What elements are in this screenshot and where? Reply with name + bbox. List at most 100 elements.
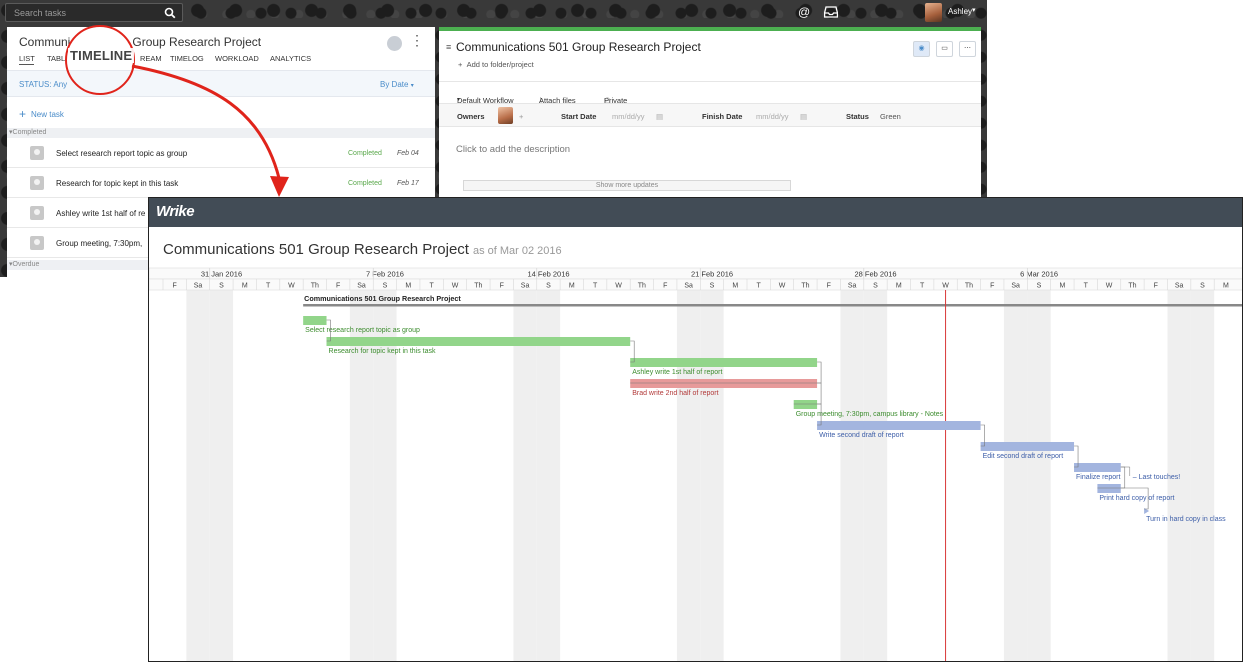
- tab-table[interactable]: TABL: [47, 54, 65, 63]
- folder-color-icon[interactable]: [387, 36, 402, 51]
- project-summary-bar: [303, 304, 1242, 307]
- finish-date-input[interactable]: mm/dd/yy: [756, 112, 789, 121]
- detail-toolbar: Default Workflow ▾ ⌇ Attach files ⚇ Priv…: [439, 81, 981, 105]
- task-bar: [1074, 463, 1121, 472]
- task-bar-label: Edit second draft of report: [983, 453, 1064, 460]
- task-status: Completed: [348, 150, 382, 157]
- task-bar-label: Print hard copy of report: [1099, 495, 1174, 502]
- calendar-icon[interactable]: ▤: [800, 112, 807, 121]
- day-label: M: [242, 283, 248, 290]
- rss-icon[interactable]: ◉: [913, 41, 930, 57]
- weekend-column: [840, 279, 864, 661]
- timeline-project-title: Communications 501 Group Research Projec…: [163, 241, 469, 258]
- gantt-chart: 31 Jan 2016 7 Feb 2016 14 Feb 2016 21 Feb 2…: [149, 267, 1242, 661]
- weekend-column: [863, 279, 888, 661]
- plus-icon: +: [19, 107, 27, 121]
- day-label: S: [546, 283, 551, 290]
- more-icon[interactable]: ⋯: [959, 41, 976, 57]
- search-input[interactable]: Search tasks: [5, 3, 183, 22]
- weekend-column: [513, 279, 537, 661]
- weekend-column: [186, 279, 210, 661]
- weekend-column: [676, 279, 701, 661]
- inbox-icon[interactable]: [823, 6, 839, 21]
- task-bar-label: Group meeting, 7:30pm, campus library - …: [796, 411, 944, 418]
- section-completed[interactable]: ▾Completed: [7, 128, 435, 138]
- status-value[interactable]: Green: [880, 112, 901, 121]
- task-bar-label: Brad write 2nd half of report: [632, 390, 718, 397]
- task-row[interactable]: Select research report topic as group Co…: [7, 138, 435, 168]
- section-label: Completed: [12, 129, 47, 136]
- task-date: Feb 04: [397, 150, 419, 157]
- day-label: M: [1223, 283, 1229, 290]
- task-bar-label: Select research report topic as group: [305, 327, 420, 334]
- owner-avatar[interactable]: [498, 107, 513, 124]
- day-label: T: [593, 283, 598, 290]
- status-filter[interactable]: STATUS: Any: [19, 80, 67, 89]
- day-label: M: [569, 283, 575, 290]
- user-avatar[interactable]: [925, 3, 942, 22]
- new-task-label: New task: [31, 110, 64, 119]
- task-bar-label: Research for topic kept in this task: [329, 348, 436, 355]
- assignee-avatar-icon: [30, 206, 44, 220]
- day-label: S: [710, 283, 715, 290]
- user-name[interactable]: Ashley: [948, 7, 972, 16]
- weekend-column: [700, 279, 724, 661]
- day-label: Sa: [357, 283, 366, 290]
- chevron-down-icon: ▾: [410, 83, 414, 89]
- day-label: F: [990, 283, 994, 290]
- screenshot-stage: Search tasks @ Ashley ▾ Communi Group Res…: [0, 0, 1243, 662]
- day-label: M: [405, 283, 411, 290]
- drag-handle-icon[interactable]: ≡: [446, 42, 451, 52]
- task-bar: [630, 379, 818, 388]
- day-label: F: [173, 283, 177, 290]
- add-to-folder-link[interactable]: + Add to folder/project: [458, 60, 534, 69]
- day-label: W: [452, 283, 459, 290]
- detail-title[interactable]: Communications 501 Group Research Projec…: [456, 40, 701, 54]
- day-label: M: [896, 283, 902, 290]
- tab-analytics[interactable]: ANALYTICS: [270, 54, 311, 63]
- day-label: T: [266, 283, 271, 290]
- week-label: 31 Jan 2016: [201, 270, 242, 279]
- day-label: S: [383, 283, 388, 290]
- tab-timelog[interactable]: TIMELOG: [170, 54, 204, 63]
- description-field[interactable]: Click to add the description: [456, 144, 570, 155]
- day-label: F: [1154, 283, 1158, 290]
- link-icon[interactable]: ▭: [936, 41, 953, 57]
- weekend-column: [536, 279, 561, 661]
- calendar-icon[interactable]: ▤: [656, 112, 663, 121]
- task-note: – Last touches!: [1133, 474, 1181, 481]
- add-owner-icon[interactable]: +: [519, 112, 523, 121]
- week-label: 28 Feb 2016: [854, 270, 896, 279]
- day-label: Th: [474, 283, 482, 290]
- weekend-column: [209, 279, 234, 661]
- new-task-button[interactable]: + New task: [19, 107, 64, 121]
- task-bar: [817, 421, 981, 430]
- panel-title-part2: Group Research Project: [132, 35, 262, 49]
- assignee-avatar-icon: [30, 146, 44, 160]
- top-bar: Search tasks @ Ashley ▾: [0, 0, 987, 26]
- task-bar: [980, 442, 1075, 451]
- tab-list[interactable]: LIST: [19, 54, 35, 63]
- mention-icon[interactable]: @: [798, 5, 810, 19]
- start-date-input[interactable]: mm/dd/yy: [612, 112, 645, 121]
- task-bar-label: Write second draft of report: [819, 432, 904, 439]
- show-more-updates-button[interactable]: Show more updates: [463, 180, 791, 191]
- sort-dropdown[interactable]: By Date ▾: [380, 80, 414, 89]
- day-label: F: [827, 283, 831, 290]
- task-name: Group meeting, 7:30pm,: [56, 239, 143, 248]
- tab-stream[interactable]: REAM: [140, 54, 162, 63]
- day-label: Th: [965, 283, 973, 290]
- week-label: 21 Feb 2016: [691, 270, 733, 279]
- active-tab-indicator: [19, 64, 34, 65]
- search-icon[interactable]: [164, 6, 176, 24]
- day-label: M: [1059, 283, 1065, 290]
- more-vertical-icon[interactable]: ⋮: [410, 33, 424, 47]
- task-row[interactable]: Research for topic kept in this task Com…: [7, 168, 435, 198]
- day-label: F: [663, 283, 667, 290]
- chevron-down-icon[interactable]: ▾: [972, 6, 976, 14]
- panel-title: Communi Group Research Project: [19, 35, 261, 49]
- tab-workload[interactable]: WORKLOAD: [215, 54, 259, 63]
- weekend-column: [1167, 279, 1191, 661]
- day-label: Sa: [194, 283, 203, 290]
- week-label: 7 Feb 2016: [366, 270, 404, 279]
